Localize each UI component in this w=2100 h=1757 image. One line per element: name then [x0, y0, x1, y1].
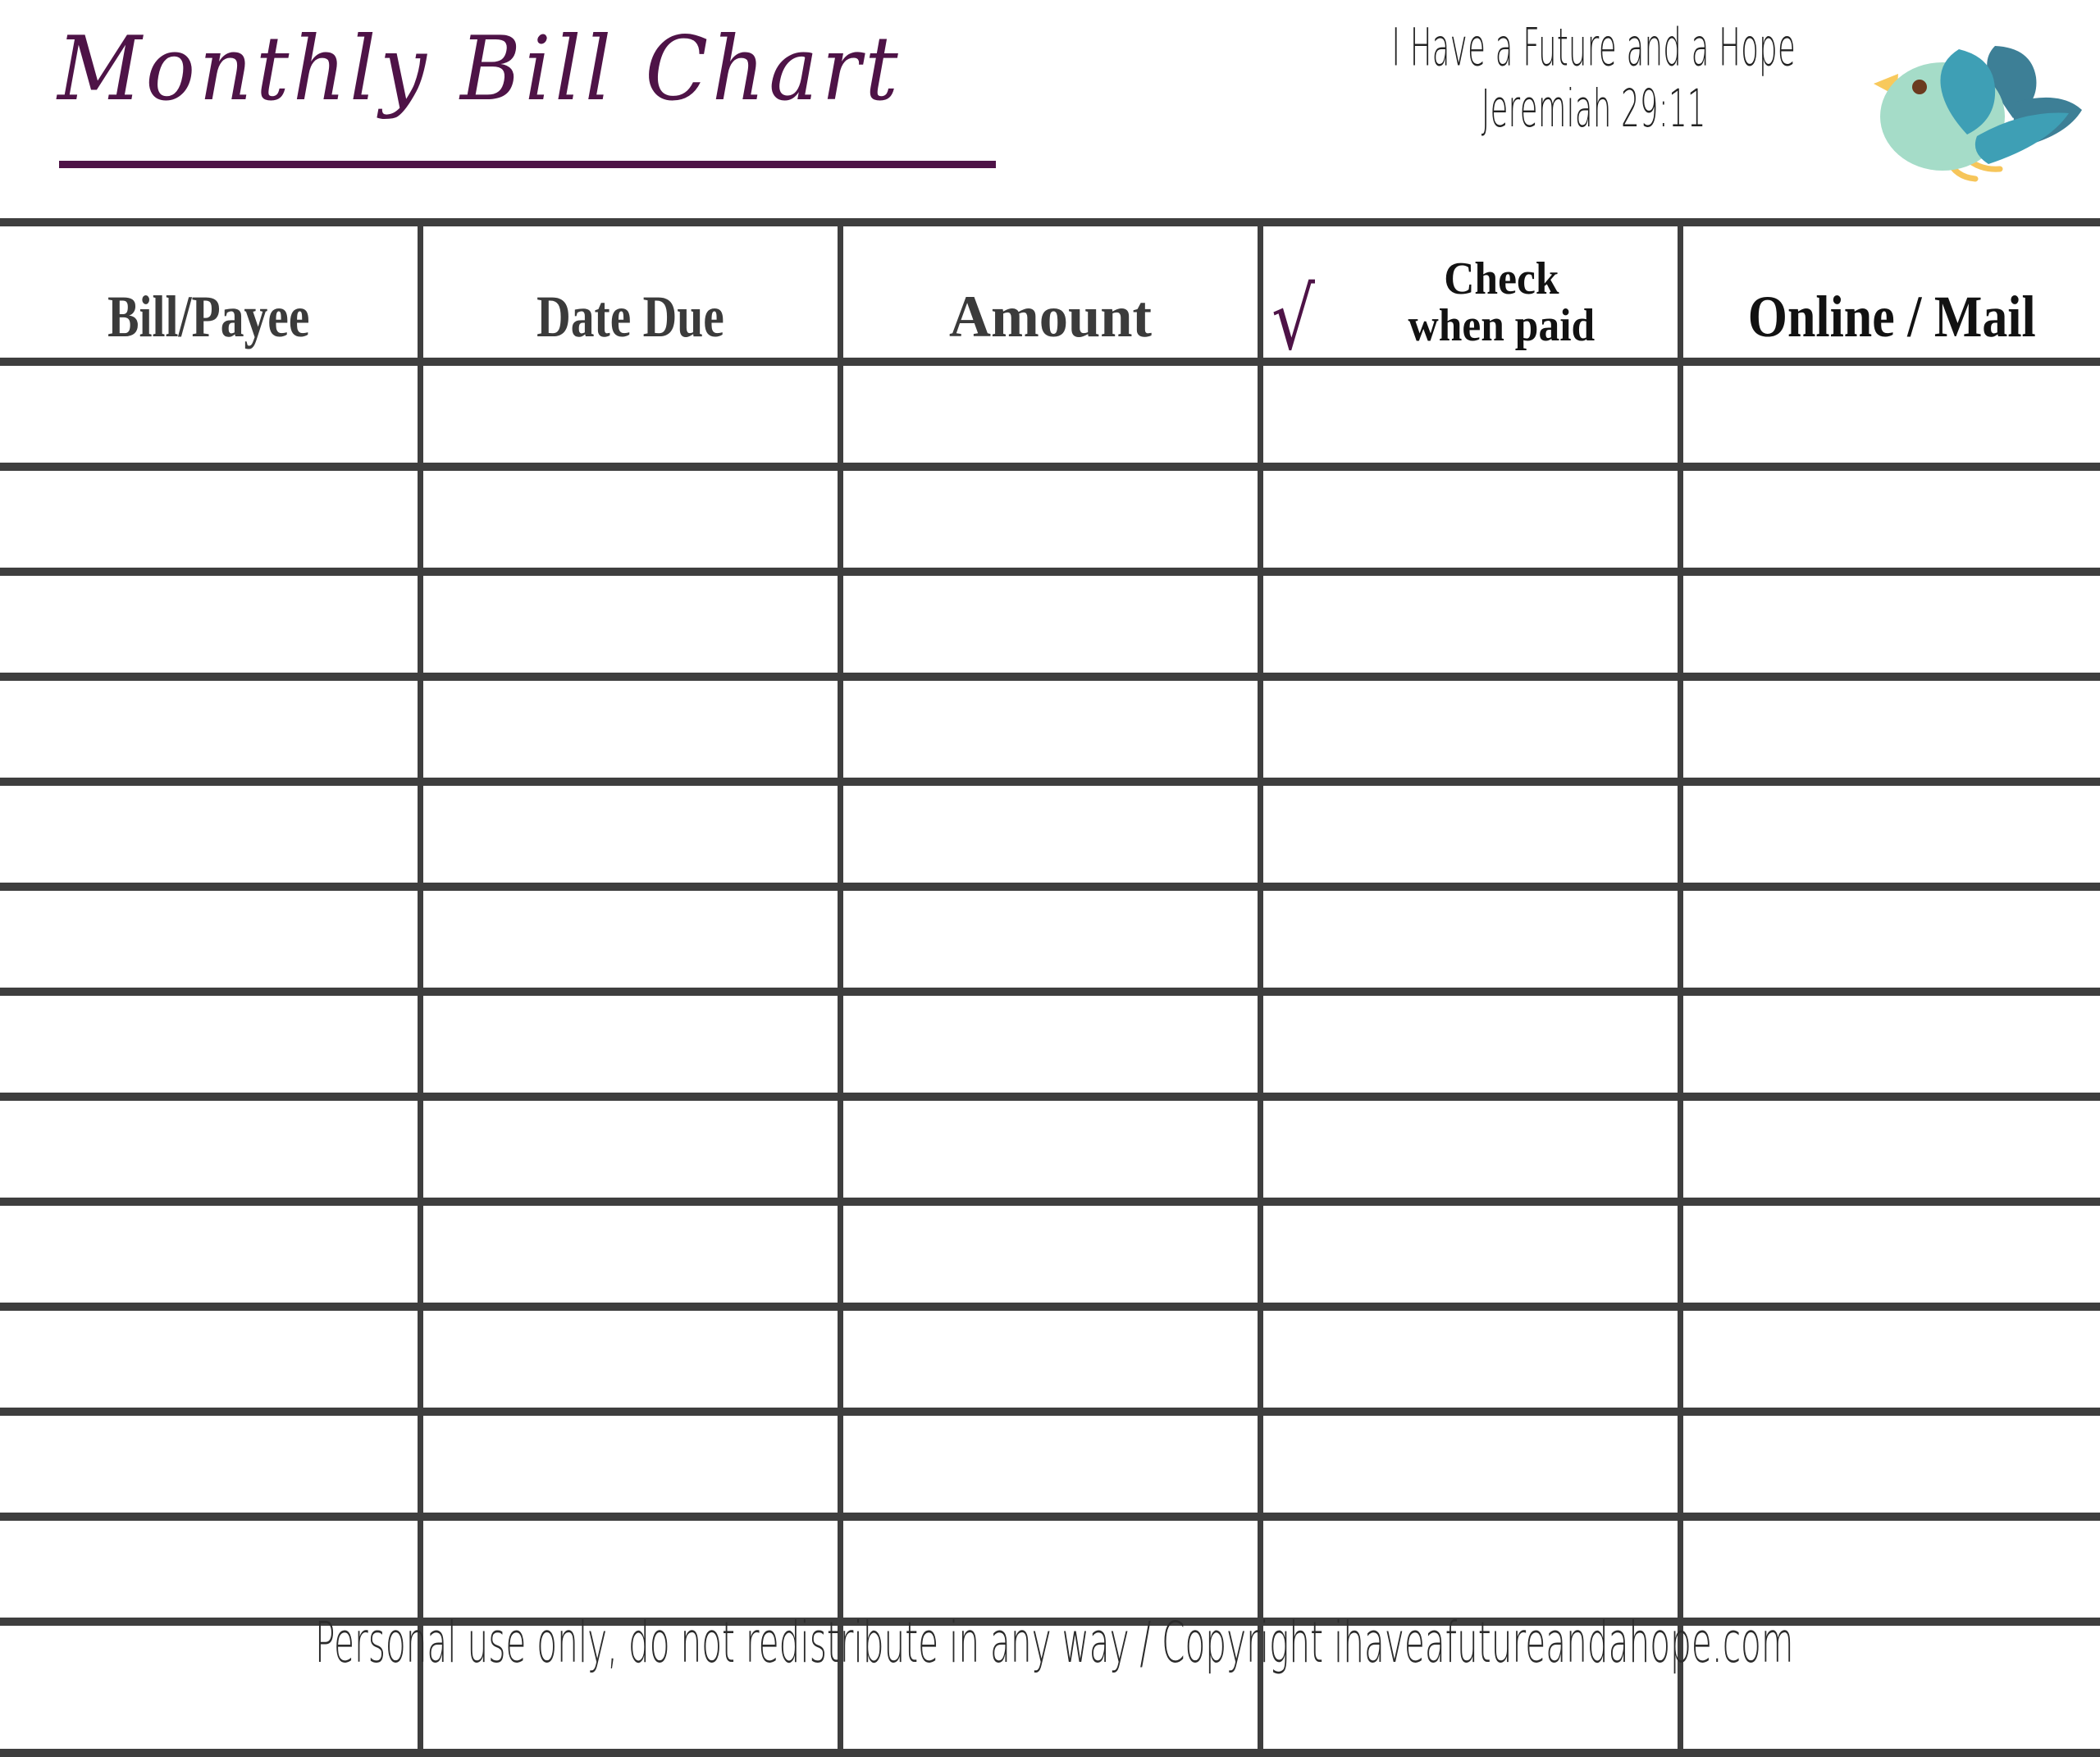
- cell-check-when-paid[interactable]: [1257, 883, 1683, 996]
- cell-check-when-paid[interactable]: [1257, 1198, 1683, 1311]
- table-header-row: Bill/Payee Date Due Amount √ Check when …: [0, 218, 2100, 369]
- cell-amount[interactable]: [837, 463, 1263, 576]
- column-header-label: Bill/Payee: [107, 284, 310, 349]
- cell-check-when-paid[interactable]: [1257, 1093, 1683, 1206]
- tagline: I Have a Future and a Hope Jeremiah 29:1…: [1349, 18, 1839, 141]
- cell-amount[interactable]: [837, 1198, 1263, 1311]
- column-header-label: Amount: [948, 284, 1152, 349]
- cell-online-mail[interactable]: [1677, 778, 2100, 891]
- cell-date-due[interactable]: [417, 673, 843, 786]
- cell-bill-payee[interactable]: [0, 463, 423, 576]
- cell-amount[interactable]: [837, 1513, 1263, 1626]
- cell-online-mail[interactable]: [1677, 1093, 2100, 1206]
- cell-check-when-paid[interactable]: [1257, 568, 1683, 681]
- cell-bill-payee[interactable]: [0, 568, 423, 681]
- table-row: [0, 358, 2100, 471]
- cell-online-mail[interactable]: [1677, 568, 2100, 681]
- cell-bill-payee[interactable]: [0, 778, 423, 891]
- page-header: Monthly Bill Chart I Have a Future and a…: [0, 0, 2100, 220]
- cell-check-when-paid[interactable]: [1257, 1303, 1683, 1416]
- cell-bill-payee[interactable]: [0, 358, 423, 471]
- cell-amount[interactable]: [837, 1408, 1263, 1521]
- bill-table: Bill/Payee Date Due Amount √ Check when …: [0, 218, 2100, 1757]
- cell-date-due[interactable]: [417, 778, 843, 891]
- bird-icon: [1872, 31, 2085, 183]
- cell-bill-payee[interactable]: [0, 1513, 423, 1626]
- cell-amount[interactable]: [837, 988, 1263, 1101]
- tagline-line-2: Jeremiah 29:11: [1481, 79, 1706, 140]
- cell-online-mail[interactable]: [1677, 463, 2100, 576]
- cell-bill-payee[interactable]: [0, 673, 423, 786]
- cell-online-mail[interactable]: [1677, 1513, 2100, 1626]
- title-underline: [59, 161, 996, 168]
- table-row: [0, 1093, 2100, 1206]
- footer-copyright-note: Personal use only, do not redistribute i…: [315, 1609, 1794, 1676]
- cell-check-when-paid[interactable]: [1257, 673, 1683, 786]
- cell-online-mail[interactable]: [1677, 1303, 2100, 1416]
- cell-online-mail[interactable]: [1677, 883, 2100, 996]
- cell-date-due[interactable]: [417, 883, 843, 996]
- cell-amount[interactable]: [837, 778, 1263, 891]
- table-row: [0, 778, 2100, 891]
- cell-online-mail[interactable]: [1677, 1408, 2100, 1521]
- cell-date-due[interactable]: [417, 1303, 843, 1416]
- cell-amount[interactable]: [837, 883, 1263, 996]
- column-header-check-when-paid: √ Check when paid: [1257, 218, 1683, 369]
- page-title: Monthly Bill Chart: [57, 18, 902, 121]
- cell-amount[interactable]: [837, 358, 1263, 471]
- cell-date-due[interactable]: [417, 988, 843, 1101]
- cell-bill-payee[interactable]: [0, 1408, 423, 1521]
- cell-check-when-paid[interactable]: [1257, 1408, 1683, 1521]
- table-row: [0, 988, 2100, 1101]
- cell-check-when-paid[interactable]: [1257, 463, 1683, 576]
- column-header-bill-payee: Bill/Payee: [0, 218, 423, 366]
- cell-date-due[interactable]: [417, 1093, 843, 1206]
- checkmark-icon: √: [1271, 268, 1315, 369]
- cell-bill-payee[interactable]: [0, 1198, 423, 1311]
- cell-check-when-paid[interactable]: [1257, 1513, 1683, 1626]
- check-label-line-1: Check: [1444, 253, 1559, 304]
- table-row: [0, 1513, 2100, 1626]
- cell-date-due[interactable]: [417, 358, 843, 471]
- cell-check-when-paid[interactable]: [1257, 778, 1683, 891]
- cell-bill-payee[interactable]: [0, 883, 423, 996]
- cell-online-mail[interactable]: [1677, 1198, 2100, 1311]
- table-row: [0, 1198, 2100, 1311]
- cell-date-due[interactable]: [417, 1408, 843, 1521]
- cell-date-due[interactable]: [417, 1198, 843, 1311]
- cell-amount[interactable]: [837, 1303, 1263, 1416]
- cell-date-due[interactable]: [417, 463, 843, 576]
- cell-date-due[interactable]: [417, 568, 843, 681]
- table-row: [0, 1303, 2100, 1416]
- cell-online-mail[interactable]: [1677, 673, 2100, 786]
- table-row: [0, 1408, 2100, 1521]
- cell-online-mail[interactable]: [1677, 988, 2100, 1101]
- table-body: [0, 358, 2100, 1757]
- column-header-label: Check when paid: [1344, 253, 1658, 351]
- cell-check-when-paid[interactable]: [1257, 358, 1683, 471]
- column-header-label: Online / Mail: [1747, 284, 2036, 349]
- cell-amount[interactable]: [837, 568, 1263, 681]
- cell-check-when-paid[interactable]: [1257, 988, 1683, 1101]
- cell-online-mail[interactable]: [1677, 358, 2100, 471]
- cell-bill-payee[interactable]: [0, 988, 423, 1101]
- column-header-online-mail: Online / Mail: [1677, 218, 2100, 366]
- table-row: [0, 673, 2100, 786]
- cell-date-due[interactable]: [417, 1513, 843, 1626]
- column-header-date-due: Date Due: [417, 218, 843, 366]
- cell-bill-payee[interactable]: [0, 1093, 423, 1206]
- table-row: [0, 463, 2100, 576]
- column-header-label: Date Due: [536, 284, 724, 349]
- cell-amount[interactable]: [837, 673, 1263, 786]
- check-label-line-2: when paid: [1408, 299, 1595, 351]
- table-row: [0, 568, 2100, 681]
- cell-bill-payee[interactable]: [0, 1303, 423, 1416]
- column-header-amount: Amount: [837, 218, 1263, 366]
- table-row: [0, 883, 2100, 996]
- cell-amount[interactable]: [837, 1093, 1263, 1206]
- tagline-line-1: I Have a Future and a Hope: [1391, 18, 1796, 79]
